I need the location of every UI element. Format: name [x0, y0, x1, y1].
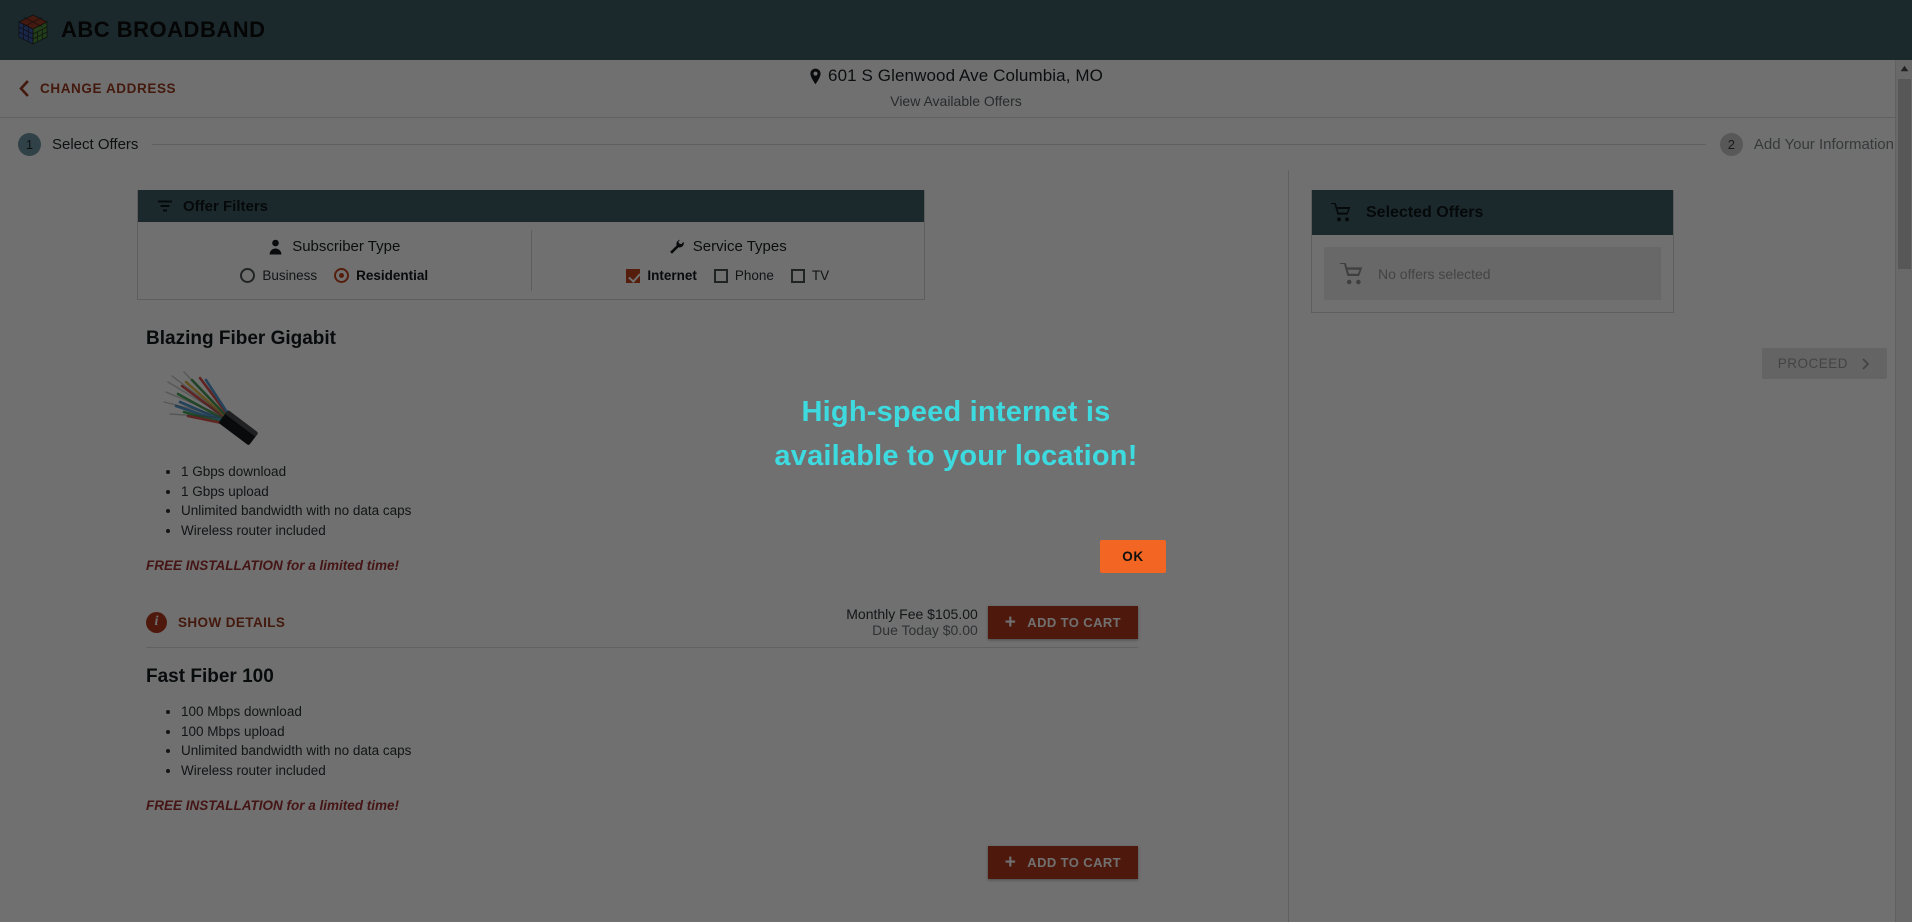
availability-modal-overlay: High-speed internet is available to your…: [0, 0, 1912, 922]
availability-modal-title-line2: available to your location!: [774, 440, 1138, 472]
availability-modal-title-line1: High-speed internet is: [801, 396, 1111, 428]
availability-modal: High-speed internet is available to your…: [746, 390, 1166, 573]
ok-button[interactable]: OK: [1100, 540, 1166, 573]
page-root: ABC BROADBAND CHANGE ADDRESS 601 S Glenw…: [0, 0, 1912, 922]
availability-modal-actions: OK: [746, 540, 1166, 573]
